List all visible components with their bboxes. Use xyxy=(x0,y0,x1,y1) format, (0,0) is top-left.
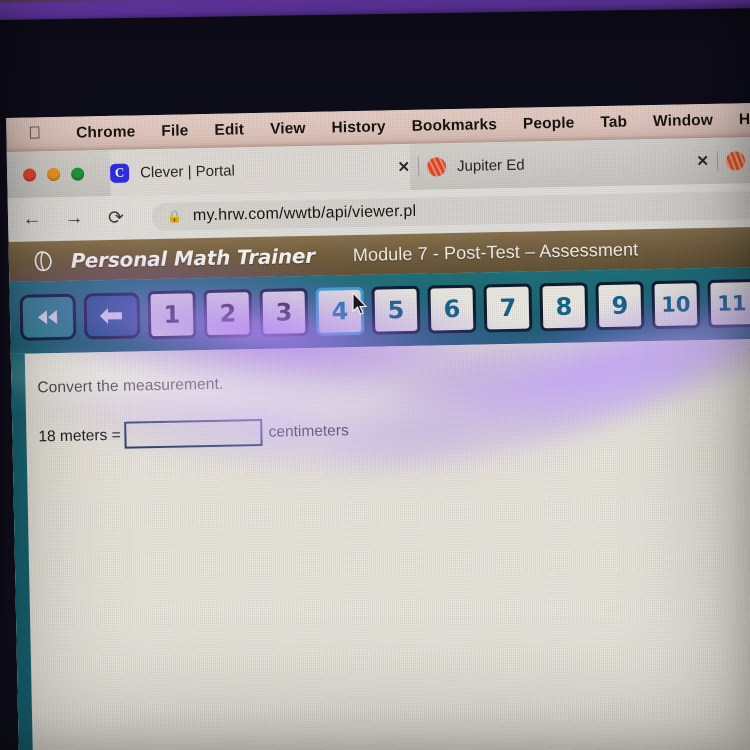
tab-divider xyxy=(417,156,420,177)
question-button-10[interactable]: 10 xyxy=(651,280,701,330)
menubar-item-history[interactable]: History xyxy=(318,118,398,138)
menubar-item-help[interactable]: H xyxy=(726,111,750,130)
question-button-11[interactable]: 11 xyxy=(707,278,750,328)
reload-icon[interactable]: ⟳ xyxy=(106,206,126,229)
answer-left-label: 18 meters = xyxy=(38,426,121,445)
window-traffic-lights xyxy=(23,166,85,182)
close-window-icon[interactable] xyxy=(23,167,37,182)
menubar-item-edit[interactable]: Edit xyxy=(201,121,257,140)
back-icon[interactable]: ← xyxy=(22,208,42,230)
tab-jupiter-ed[interactable]: Jupiter Ed ✕ xyxy=(426,138,710,190)
answer-row: 18 meters = centimeters xyxy=(38,408,750,450)
forward-icon[interactable]: → xyxy=(64,207,84,229)
menubar-item-chrome[interactable]: Chrome xyxy=(63,123,149,143)
tab-clever-portal[interactable]: C Clever | Portal ✕ xyxy=(109,143,411,196)
answer-input[interactable] xyxy=(124,418,263,449)
question-button-6[interactable]: 6 xyxy=(427,284,477,334)
tab-title-jupiter: Jupiter Ed xyxy=(456,156,525,175)
tab-partial-icon[interactable] xyxy=(725,150,746,171)
question-button-7[interactable]: 7 xyxy=(483,283,533,333)
menubar-item-bookmarks[interactable]: Bookmarks xyxy=(398,116,510,136)
answer-unit-label: centimeters xyxy=(268,421,349,441)
question-button-3[interactable]: 3 xyxy=(259,287,309,337)
rewind-button[interactable] xyxy=(19,293,77,341)
photo-of-laptop-screen:  Chrome File Edit View History Bookmark… xyxy=(0,0,750,750)
address-bar-url: my.hrw.com/wwtb/api/viewer.pl xyxy=(192,202,417,225)
clever-icon: C xyxy=(109,163,130,183)
laptop-screen:  Chrome File Edit View History Bookmark… xyxy=(6,102,750,750)
apple-logo-icon[interactable]:  xyxy=(28,123,41,143)
menubar-item-window[interactable]: Window xyxy=(640,112,726,132)
question-button-2[interactable]: 2 xyxy=(203,289,253,339)
page-viewport: Personal Math Trainer Module 7 - Post-Te… xyxy=(8,226,750,750)
tab-close-jupiter[interactable]: ✕ xyxy=(696,152,709,170)
menubar-item-tab[interactable]: Tab xyxy=(587,113,640,132)
tab-divider-2 xyxy=(716,150,719,171)
previous-question-button[interactable] xyxy=(83,292,141,340)
menubar-item-file[interactable]: File xyxy=(148,122,201,141)
minimize-window-icon[interactable] xyxy=(47,167,61,181)
question-body: Convert the measurement. 18 meters = cen… xyxy=(10,338,750,750)
question-button-9[interactable]: 9 xyxy=(595,281,645,331)
zoom-window-icon[interactable] xyxy=(71,166,85,181)
address-bar[interactable]: 🔒 my.hrw.com/wwtb/api/viewer.pl xyxy=(151,190,750,232)
menubar-item-people[interactable]: People xyxy=(510,114,588,134)
app-module-title: Module 7 - Post-Test – Assessment xyxy=(352,238,639,265)
lock-icon: 🔒 xyxy=(166,209,183,224)
question-button-8[interactable]: 8 xyxy=(539,282,589,332)
app-brand-title: Personal Math Trainer xyxy=(70,243,316,273)
tab-close-clever[interactable]: ✕ xyxy=(397,158,410,176)
question-button-5[interactable]: 5 xyxy=(371,285,421,335)
jupiter-ed-icon xyxy=(426,156,447,177)
pmt-leaf-icon xyxy=(33,249,55,273)
menubar-item-view[interactable]: View xyxy=(257,120,319,139)
question-button-4[interactable]: 4 xyxy=(315,286,365,336)
question-button-1[interactable]: 1 xyxy=(147,290,197,340)
tab-title-clever: Clever | Portal xyxy=(139,161,236,181)
chrome-window: C Clever | Portal ✕ Jupiter Ed ✕ ← → ⟳ 🔒… xyxy=(6,136,750,750)
question-prompt: Convert the measurement. xyxy=(37,375,224,397)
page-left-margin-strip xyxy=(10,353,36,750)
